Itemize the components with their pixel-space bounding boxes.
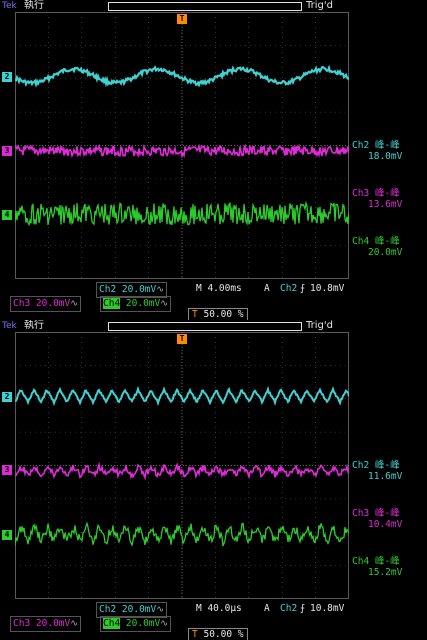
ch2-trace xyxy=(15,385,349,407)
bandwidth-icon: ∿ xyxy=(156,284,165,295)
ch3-marker[interactable]: 3 xyxy=(2,146,12,156)
ch3-measurement: Ch3 峰-峰 10.4mV xyxy=(352,508,427,530)
trigger-position: 50.00 % xyxy=(203,629,244,640)
rising-edge-icon: ⨍ xyxy=(300,283,305,294)
bandwidth-icon: ∿ xyxy=(70,618,79,629)
rising-edge-icon: ⨍ xyxy=(300,603,305,614)
ch3-measurement-label: Ch3 峰-峰 xyxy=(352,188,400,199)
ch4-scale: 20.0mV xyxy=(125,298,161,309)
ch3-scale: 20.0mV xyxy=(35,298,71,309)
ch3-scale-box[interactable]: Ch3 20.0mV∿ xyxy=(10,616,82,632)
ch3-scale-box[interactable]: Ch3 20.0mV∿ xyxy=(10,296,82,312)
ch3-trace xyxy=(15,461,349,481)
ch4-measurement-value: 15.2mV xyxy=(368,567,403,578)
timebase[interactable]: M 40.0µs xyxy=(196,602,242,616)
trigger-position-icon: T xyxy=(192,309,198,320)
ch3-scale-tag: Ch3 xyxy=(13,618,31,629)
ch4-measurement-label: Ch4 峰-峰 xyxy=(352,236,400,247)
ch2-measurement-label: Ch2 峰-峰 xyxy=(352,460,400,471)
run-status: 執行 xyxy=(24,0,44,11)
bandwidth-icon: ∿ xyxy=(70,298,79,309)
ch2-measurement: Ch2 峰-峰 11.6mV xyxy=(352,460,427,482)
trigger-marker[interactable]: T xyxy=(177,334,187,344)
acquire-mode-icon: A xyxy=(264,603,270,614)
ch4-measurement: Ch4 峰-峰 15.2mV xyxy=(352,556,427,578)
ch4-trace xyxy=(15,200,349,227)
top-bar: Tek 執行 Trig'd xyxy=(0,0,427,12)
trigger-level[interactable]: 10.8mV xyxy=(310,602,344,616)
run-status: 執行 xyxy=(24,320,44,331)
ch3-measurement: Ch3 峰-峰 13.6mV xyxy=(352,188,427,210)
graticule xyxy=(15,332,349,599)
scope-panel-2: Tek 執行 Trig'd 2 3 4 T Ch2 峰-峰 11.6mV Ch3… xyxy=(0,320,427,640)
trigger-source[interactable]: Ch2 xyxy=(280,282,297,296)
status-row-1: Ch2 20.0mV∿ M 40.0µs A Ch2 ⨍ 10.8mV xyxy=(0,602,427,618)
trigger-position-readout[interactable]: T 50.00 % xyxy=(188,308,248,320)
bandwidth-icon: ∿ xyxy=(160,618,169,629)
trigger-status: Trig'd xyxy=(306,0,333,11)
ch4-marker[interactable]: 4 xyxy=(2,530,12,540)
ch2-measurement: Ch2 峰-峰 18.0mV xyxy=(352,140,427,162)
trigger-position: 50.00 % xyxy=(203,309,244,320)
ch3-measurement-label: Ch3 峰-峰 xyxy=(352,508,400,519)
tek-logo: Tek xyxy=(2,1,17,11)
ch3-measurement-value: 13.6mV xyxy=(368,199,403,210)
ch2-scale: 20.0mV xyxy=(121,604,157,615)
timebase[interactable]: M 4.00ms xyxy=(196,282,242,296)
ch4-marker[interactable]: 4 xyxy=(2,210,12,220)
bandwidth-icon: ∿ xyxy=(156,604,165,615)
ch2-measurement-value: 18.0mV xyxy=(368,151,403,162)
ch2-measurement-value: 11.6mV xyxy=(368,471,403,482)
ch3-marker[interactable]: 3 xyxy=(2,465,12,475)
trigger-marker[interactable]: T xyxy=(177,14,187,24)
ch2-scale: 20.0mV xyxy=(121,284,157,295)
trigger-source[interactable]: Ch2 xyxy=(280,602,297,616)
ch2-marker[interactable]: 2 xyxy=(2,72,12,82)
ch4-scale-tag: Ch4 xyxy=(103,298,121,309)
ch3-measurement-value: 10.4mV xyxy=(368,519,403,530)
ch4-scale-tag: Ch4 xyxy=(103,618,121,629)
bandwidth-icon: ∿ xyxy=(160,298,169,309)
ch3-scale-tag: Ch3 xyxy=(13,298,31,309)
record-length-bar xyxy=(108,322,302,331)
record-length-bar xyxy=(108,2,302,11)
ch4-measurement-value: 20.0mV xyxy=(368,247,403,258)
ch2-marker[interactable]: 2 xyxy=(2,392,12,402)
ch2-measurement-label: Ch2 峰-峰 xyxy=(352,140,400,151)
trigger-status: Trig'd xyxy=(306,320,333,331)
ch4-measurement-label: Ch4 峰-峰 xyxy=(352,556,400,567)
acquire-mode-icon: A xyxy=(264,283,270,294)
ch2-scale-tag: Ch2 xyxy=(99,604,117,615)
top-bar: Tek 執行 Trig'd xyxy=(0,320,427,332)
graticule xyxy=(15,12,349,279)
trigger-level[interactable]: 10.8mV xyxy=(310,282,344,296)
trigger-position-readout[interactable]: T 50.00 % xyxy=(188,628,248,640)
ch4-measurement: Ch4 峰-峰 20.0mV xyxy=(352,236,427,258)
ch4-scale-box[interactable]: Ch4 20.0mV∿ xyxy=(100,296,172,312)
trigger-position-icon: T xyxy=(192,629,198,640)
ch4-scale-box[interactable]: Ch4 20.0mV∿ xyxy=(100,616,172,632)
ch3-scale: 20.0mV xyxy=(35,618,71,629)
ch4-scale: 20.0mV xyxy=(125,618,161,629)
ch2-scale-tag: Ch2 xyxy=(99,284,117,295)
scope-panel-1: Tek 執行 Trig'd 2 3 4 T Ch2 峰-峰 18.0mV Ch3… xyxy=(0,0,427,320)
status-row-1: Ch2 20.0mV∿ M 4.00ms A Ch2 ⨍ 10.8mV xyxy=(0,282,427,298)
tek-logo: Tek xyxy=(2,321,17,331)
